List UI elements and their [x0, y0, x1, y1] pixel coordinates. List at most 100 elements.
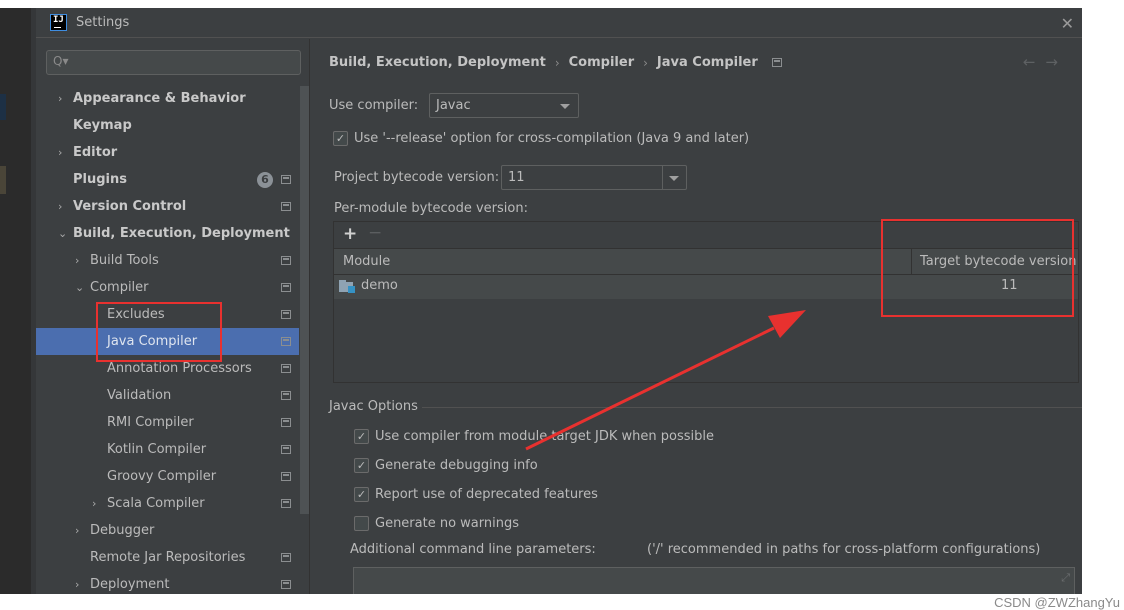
table-row[interactable]: demo 11	[334, 275, 1078, 299]
module-folder-icon	[339, 279, 355, 293]
sidebar-item-kotlin-compiler[interactable]: Kotlin Compiler	[36, 436, 299, 463]
checkbox-label: Use compiler from module target JDK when…	[375, 429, 714, 444]
additional-params-input[interactable]: ⤢	[353, 567, 1075, 594]
breadcrumb-item[interactable]: Compiler	[569, 55, 634, 70]
sidebar-item-java-compiler[interactable]: Java Compiler	[36, 328, 299, 355]
search-icon: Q▾	[53, 54, 69, 68]
sidebar-item-scala-compiler[interactable]: › Scala Compiler	[36, 490, 299, 517]
project-scope-icon	[281, 391, 291, 400]
sidebar-item-annotation-processors[interactable]: Annotation Processors	[36, 355, 299, 382]
project-scope-icon	[281, 553, 291, 562]
use-compiler-label: Use compiler:	[329, 98, 419, 113]
checkbox-label: Generate no warnings	[375, 516, 520, 531]
checkbox-label: Report use of deprecated features	[375, 487, 598, 502]
section-divider	[422, 407, 1082, 408]
settings-content-panel: Build, Execution, Deployment › Compiler …	[309, 39, 1082, 594]
settings-tree: › Appearance & Behavior Keymap › Editor Plugi…	[36, 85, 299, 594]
chevron-right-icon[interactable]: ›	[75, 571, 79, 594]
project-scope-icon	[281, 283, 291, 292]
sidebar-item-label: Validation	[107, 388, 172, 403]
sidebar-item-label: Appearance & Behavior	[73, 91, 246, 106]
checkbox-checked-icon[interactable]: ✓	[354, 487, 369, 502]
chevron-right-icon[interactable]: ›	[92, 490, 96, 517]
table-header: Module Target bytecode version	[334, 249, 1078, 275]
forward-arrow-icon[interactable]: →	[1045, 53, 1068, 71]
sidebar-item-plugins[interactable]: Plugins 6	[36, 166, 299, 193]
navigation-arrows: ←→	[1023, 53, 1068, 71]
sidebar-item-keymap[interactable]: Keymap	[36, 112, 299, 139]
chevron-right-icon[interactable]: ›	[75, 247, 79, 274]
sidebar-item-editor[interactable]: › Editor	[36, 139, 299, 166]
sidebar-item-remote-jar-repositories[interactable]: Remote Jar Repositories	[36, 544, 299, 571]
sidebar-item-deployment[interactable]: › Deployment	[36, 571, 299, 594]
use-compiler-dropdown[interactable]: Javac	[429, 93, 579, 118]
sidebar-item-label: Editor	[73, 145, 118, 160]
release-option-label: Use '--release' option for cross-compila…	[354, 131, 750, 146]
sidebar-item-label: Debugger	[90, 523, 155, 538]
chevron-right-icon[interactable]: ›	[58, 85, 62, 112]
settings-search-input[interactable]: Q▾	[46, 50, 301, 75]
sidebar-item-rmi-compiler[interactable]: RMI Compiler	[36, 409, 299, 436]
module-cell: demo	[339, 278, 398, 293]
background-decoration	[0, 94, 6, 120]
use-module-jdk-checkbox[interactable]: ✓ Use compiler from module target JDK wh…	[354, 429, 714, 444]
project-bytecode-dropdown[interactable]: 11	[501, 165, 687, 190]
background-decoration	[0, 166, 6, 194]
report-deprecated-checkbox[interactable]: ✓ Report use of deprecated features	[354, 487, 598, 502]
project-scope-icon	[281, 418, 291, 427]
breadcrumb-item[interactable]: Build, Execution, Deployment	[329, 55, 546, 70]
breadcrumb-item: Java Compiler	[656, 55, 758, 70]
expand-icon[interactable]: ⤢	[1061, 571, 1070, 585]
checkbox-unchecked-icon[interactable]	[354, 516, 369, 531]
sidebar-item-label: Build Tools	[90, 253, 159, 268]
breadcrumb: Build, Execution, Deployment › Compiler …	[329, 55, 782, 70]
remove-module-button[interactable]: −	[368, 223, 382, 243]
chevron-right-icon[interactable]: ›	[58, 193, 62, 220]
breadcrumb-separator: ›	[554, 55, 560, 70]
sidebar-item-validation[interactable]: Validation	[36, 382, 299, 409]
sidebar-item-version-control[interactable]: › Version Control	[36, 193, 299, 220]
javac-options-title: Javac Options	[329, 399, 418, 414]
checkbox-checked-icon[interactable]: ✓	[354, 458, 369, 473]
generate-debug-info-checkbox[interactable]: ✓ Generate debugging info	[354, 458, 538, 473]
chevron-down-icon[interactable]: ⌄	[75, 274, 84, 301]
sidebar-item-compiler[interactable]: ⌄ Compiler	[36, 274, 299, 301]
sidebar-item-appearance-behavior[interactable]: › Appearance & Behavior	[36, 85, 299, 112]
sidebar-item-debugger[interactable]: › Debugger	[36, 517, 299, 544]
sidebar-item-label: RMI Compiler	[107, 415, 194, 430]
column-header-target-bytecode[interactable]: Target bytecode version	[911, 249, 1080, 274]
module-name: demo	[361, 278, 398, 293]
release-option-checkbox[interactable]: ✓ Use '--release' option for cross-compi…	[333, 131, 749, 146]
dropdown-arrow-icon	[669, 176, 679, 181]
chevron-right-icon[interactable]: ›	[58, 139, 62, 166]
per-module-table: + − Module Target bytecode version demo …	[333, 221, 1079, 383]
sidebar-item-excludes[interactable]: Excludes	[36, 301, 299, 328]
project-scope-icon	[281, 337, 291, 346]
chevron-right-icon[interactable]: ›	[75, 517, 79, 544]
sidebar-item-groovy-compiler[interactable]: Groovy Compiler	[36, 463, 299, 490]
chevron-down-icon[interactable]: ⌄	[58, 220, 67, 247]
project-scope-icon	[281, 202, 291, 211]
dropdown-button[interactable]	[662, 166, 686, 189]
target-bytecode-cell[interactable]: 11	[1001, 278, 1018, 293]
close-button[interactable]: ✕	[1061, 14, 1074, 33]
sidebar-scrollbar[interactable]	[300, 86, 309, 514]
sidebar-item-label: Kotlin Compiler	[107, 442, 207, 457]
project-bytecode-label: Project bytecode version:	[334, 170, 500, 185]
sidebar-item-build-tools[interactable]: › Build Tools	[36, 247, 299, 274]
back-arrow-icon[interactable]: ←	[1023, 53, 1046, 71]
generate-no-warnings-checkbox[interactable]: Generate no warnings	[354, 516, 519, 531]
checkbox-checked-icon[interactable]: ✓	[333, 131, 348, 146]
settings-dialog: IJ Settings ✕ Q▾ › Appearance & Behavior K…	[36, 8, 1082, 594]
sidebar-item-label: Annotation Processors	[107, 361, 252, 376]
checkbox-checked-icon[interactable]: ✓	[354, 429, 369, 444]
sidebar-item-label: Compiler	[90, 280, 149, 295]
project-scope-icon	[771, 58, 782, 67]
sidebar-item-build-execution-deployment[interactable]: ⌄ Build, Execution, Deployment	[36, 220, 299, 247]
column-header-module[interactable]: Module	[343, 254, 390, 269]
add-module-button[interactable]: +	[343, 224, 357, 244]
project-scope-icon	[281, 472, 291, 481]
checkbox-label: Generate debugging info	[375, 458, 538, 473]
intellij-app-icon: IJ	[50, 14, 67, 31]
sidebar-item-label: Deployment	[90, 577, 170, 592]
